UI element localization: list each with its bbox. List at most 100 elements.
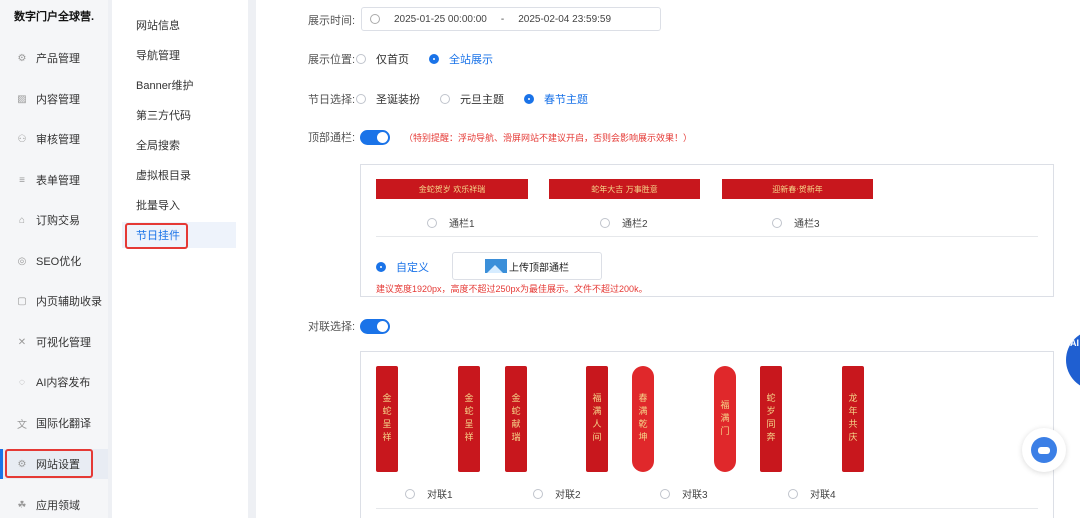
sidebar-item-indexing[interactable]: ▢ 内页辅助收录 <box>0 286 108 316</box>
radio-label: 自定义 <box>396 262 429 274</box>
couplet-4-left[interactable]: 蛇岁同奔 <box>760 366 782 472</box>
customer-service-button[interactable] <box>1022 428 1066 472</box>
sidebar-item-ai[interactable]: ◌ AI内容发布 <box>0 367 108 397</box>
date-end: 2025-02-04 23:59:59 <box>518 13 612 25</box>
banner-3-radio[interactable]: 通栏3 <box>772 215 820 230</box>
radio-dot <box>440 94 450 104</box>
radio-label: 对联3 <box>682 490 708 501</box>
sidebar-item-forms[interactable]: ≡ 表单管理 <box>0 165 108 195</box>
couplet-2-left[interactable]: 金蛇献瑞 <box>505 366 527 472</box>
visual-icon: ✕ <box>17 336 27 348</box>
radio-label: 元旦主题 <box>460 94 504 106</box>
radio-label: 对联2 <box>555 490 581 501</box>
sidebar-item-label: 可视化管理 <box>36 337 91 349</box>
radio-dot <box>429 54 439 64</box>
settings-icon: ⚙ <box>17 458 27 470</box>
product-icon: ⚙ <box>17 52 27 64</box>
holiday-spring-festival-radio[interactable]: 春节主题 <box>524 91 588 107</box>
couplet-3-right[interactable]: 福满门 <box>714 366 736 472</box>
upload-label: 上传顶部通栏 <box>509 262 569 274</box>
banner-2-image[interactable]: 蛇年大吉 万事胜意 <box>549 179 700 199</box>
content-icon: ▨ <box>17 93 27 105</box>
sidebar-item-visual[interactable]: ✕ 可视化管理 <box>0 327 108 357</box>
couplet-4-radio[interactable]: 对联4 <box>788 486 836 501</box>
divider <box>376 508 1038 509</box>
couplet-2-radio[interactable]: 对联2 <box>533 486 581 501</box>
couplet-3-left[interactable]: 春满乾坤 <box>632 366 654 472</box>
subnav-holiday-widget[interactable]: 节日挂件 <box>122 222 236 248</box>
page-icon: ▢ <box>17 295 27 307</box>
top-banner-toggle[interactable] <box>360 129 390 145</box>
radio-dot <box>533 488 543 499</box>
couplet-label: 对联选择: <box>308 321 356 333</box>
radio-dot <box>600 217 610 228</box>
banner-custom-radio[interactable]: 自定义 <box>376 259 429 275</box>
sidebar-item-label: SEO优化 <box>36 256 82 268</box>
couplet-toggle[interactable] <box>360 318 390 334</box>
sidebar-item-label: 订购交易 <box>36 215 80 227</box>
sidebar-item-label: 内页辅助收录 <box>36 296 102 308</box>
sidebar-item-label: 网站设置 <box>36 459 80 471</box>
subnav-third-party-code[interactable]: 第三方代码 <box>122 102 236 128</box>
position-home-only-radio[interactable]: 仅首页 <box>356 51 409 67</box>
upload-hint: 建议宽度1920px，高度不超过250px为最佳展示。文件不超过200k。 <box>376 284 648 294</box>
sidebar-item-label: 产品管理 <box>36 53 80 65</box>
user-icon: ⚇ <box>17 133 27 145</box>
sidebar-item-label: 审核管理 <box>36 134 80 146</box>
couplet-1-right[interactable]: 金蛇呈祥 <box>458 366 480 472</box>
radio-label: 对联1 <box>427 490 453 501</box>
sidebar-item-review[interactable]: ⚇ 审核管理 <box>0 124 108 154</box>
subnav-global-search[interactable]: 全局搜索 <box>122 132 236 158</box>
radio-dot <box>356 54 366 64</box>
holiday-christmas-radio[interactable]: 圣诞装扮 <box>356 91 420 107</box>
sidebar-item-product[interactable]: ⚙ 产品管理 <box>0 43 108 73</box>
seo-icon: ◎ <box>17 255 27 267</box>
radio-dot <box>405 488 415 499</box>
shop-icon: ⌂ <box>18 214 26 226</box>
couplet-2-right[interactable]: 福满人间 <box>586 366 608 472</box>
subnav-virtual-root[interactable]: 虚拟根目录 <box>122 162 236 188</box>
couplet-1-radio[interactable]: 对联1 <box>405 486 453 501</box>
subnav-site-info[interactable]: 网站信息 <box>122 12 236 38</box>
banner-1-radio[interactable]: 通栏1 <box>427 215 475 230</box>
subnav-batch-import[interactable]: 批量导入 <box>122 192 236 218</box>
couplet-1-left[interactable]: 金蛇呈祥 <box>376 366 398 472</box>
upload-banner-button[interactable]: 上传顶部通栏 <box>452 252 602 280</box>
brand-title: 数字门户全球营. <box>14 11 95 23</box>
sidebar-item-label: 应用领域 <box>36 500 80 512</box>
subnav-navigation[interactable]: 导航管理 <box>122 42 236 68</box>
sidebar-item-applications[interactable]: ☘ 应用领域 <box>0 490 108 518</box>
position-site-wide-radio[interactable]: 全站展示 <box>429 51 493 67</box>
radio-dot <box>356 94 366 104</box>
ai-badge-text: AI <box>1070 338 1079 348</box>
sidebar-item-translate[interactable]: 文国际化翻译 <box>0 408 108 438</box>
date-range-picker[interactable]: 2025-01-25 00:00:00 - 2025-02-04 23:59:5… <box>361 7 661 31</box>
banner-3-image[interactable]: 迎新春·贺新年 <box>722 179 873 199</box>
radio-dot <box>524 94 534 104</box>
sidebar-item-site-settings[interactable]: ⚙ 网站设置 <box>0 449 108 479</box>
couplet-4-right[interactable]: 龙年共庆 <box>842 366 864 472</box>
top-banner-warning: （特别提醒：浮动导航、滑屏网站不建议开启，否则会影响展示效果！） <box>404 132 693 143</box>
display-time-label: 展示时间: <box>308 15 356 27</box>
translate-icon: 文 <box>17 419 27 431</box>
sidebar-item-seo[interactable]: ◎ SEO优化 <box>0 246 108 276</box>
sidebar-item-label: 国际化翻译 <box>36 418 91 430</box>
radio-dot <box>427 217 437 228</box>
banner-1-image[interactable]: 金蛇贺岁 欢乐祥瑞 <box>376 179 528 199</box>
couplet-3-radio[interactable]: 对联3 <box>660 486 708 501</box>
date-start: 2025-01-25 00:00:00 <box>394 13 487 25</box>
sidebar-item-content[interactable]: ▨ 内容管理 <box>0 84 108 114</box>
radio-label: 圣诞装扮 <box>376 94 420 106</box>
banner-2-radio[interactable]: 通栏2 <box>600 215 648 230</box>
radio-dot <box>788 488 798 499</box>
sidebar-item-orders[interactable]: ⌂ 订购交易 <box>0 205 108 235</box>
sidebar-item-label: 内容管理 <box>36 94 80 106</box>
sidebar-item-label: AI内容发布 <box>36 377 91 389</box>
image-icon <box>485 259 507 273</box>
main-panel: 展示时间: 2025-01-25 00:00:00 - 2025-02-04 2… <box>256 0 1080 518</box>
clock-icon <box>370 14 380 24</box>
display-position-label: 展示位置: <box>308 54 356 66</box>
subnav-banner[interactable]: Banner维护 <box>122 72 236 98</box>
ai-icon: ◌ <box>19 376 25 388</box>
holiday-new-year-radio[interactable]: 元旦主题 <box>440 91 504 107</box>
